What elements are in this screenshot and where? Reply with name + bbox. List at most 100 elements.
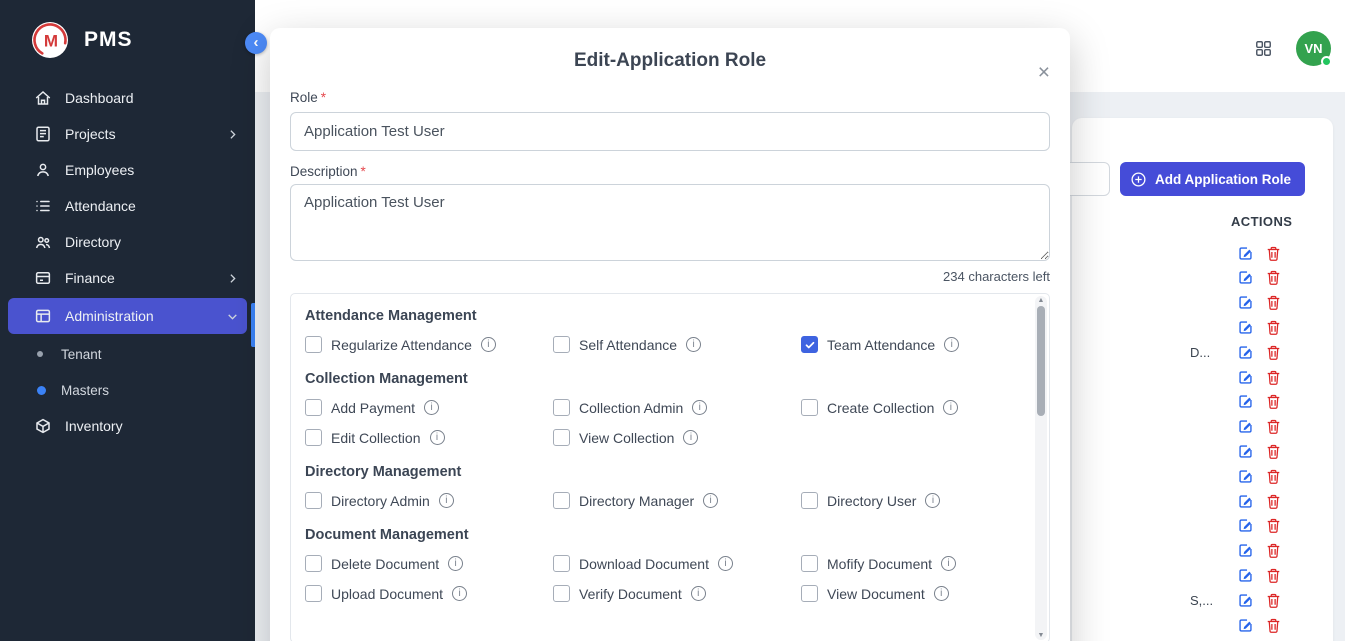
collapse-sidebar-button[interactable]: [245, 32, 267, 54]
edit-button[interactable]: [1237, 567, 1254, 584]
sidebar-item-directory[interactable]: Directory: [0, 224, 255, 260]
info-icon[interactable]: i: [448, 556, 463, 571]
finance-icon: [34, 269, 52, 287]
delete-button[interactable]: [1265, 319, 1282, 336]
info-icon[interactable]: i: [430, 430, 445, 445]
permission-item-directory-manager: Directory Manageri: [553, 492, 801, 509]
delete-button[interactable]: [1265, 567, 1282, 584]
sidebar-item-administration[interactable]: Administration: [8, 298, 247, 334]
checkbox-directory-admin[interactable]: [305, 492, 322, 509]
info-icon[interactable]: i: [934, 586, 949, 601]
info-icon[interactable]: i: [941, 556, 956, 571]
info-icon[interactable]: i: [692, 400, 707, 415]
scroll-down-icon[interactable]: [1035, 632, 1047, 639]
checkbox-verify-document[interactable]: [553, 585, 570, 602]
checkbox-edit-collection[interactable]: [305, 429, 322, 446]
checkbox-regularize-attendance[interactable]: [305, 336, 322, 353]
delete-button[interactable]: [1265, 617, 1282, 634]
edit-button[interactable]: [1237, 443, 1254, 460]
sidebar-item-finance[interactable]: Finance: [0, 260, 255, 296]
delete-button[interactable]: [1265, 294, 1282, 311]
delete-button[interactable]: [1265, 542, 1282, 559]
checkbox-create-collection[interactable]: [801, 399, 818, 416]
delete-button[interactable]: [1265, 269, 1282, 286]
delete-button[interactable]: [1265, 369, 1282, 386]
sidebar-subitem-masters[interactable]: Masters: [0, 372, 255, 408]
table-row: [1190, 466, 1320, 486]
delete-button[interactable]: [1265, 468, 1282, 485]
edit-button[interactable]: [1237, 369, 1254, 386]
scrollbar-thumb[interactable]: [1037, 306, 1045, 416]
checkbox-team-attendance[interactable]: [801, 336, 818, 353]
sidebar-subitem-tenant[interactable]: Tenant: [0, 336, 255, 372]
svg-text:M: M: [44, 32, 58, 51]
avatar[interactable]: VN: [1296, 31, 1331, 66]
permission-item-verify-document: Verify Documenti: [553, 585, 801, 602]
info-icon[interactable]: i: [943, 400, 958, 415]
checkbox-upload-document[interactable]: [305, 585, 322, 602]
apps-grid-icon[interactable]: [1254, 39, 1273, 58]
edit-button[interactable]: [1237, 542, 1254, 559]
edit-button[interactable]: [1237, 517, 1254, 534]
delete-button[interactable]: [1265, 517, 1282, 534]
sidebar-item-projects[interactable]: Projects: [0, 116, 255, 152]
edit-button[interactable]: [1237, 245, 1254, 262]
sidebar-item-employees[interactable]: Employees: [0, 152, 255, 188]
home-icon: [34, 89, 52, 107]
checkbox-view-document[interactable]: [801, 585, 818, 602]
sidebar-item-inventory[interactable]: Inventory: [0, 408, 255, 444]
delete-button[interactable]: [1265, 493, 1282, 510]
edit-button[interactable]: [1237, 294, 1254, 311]
close-icon[interactable]: ×: [1038, 62, 1050, 83]
sidebar-item-dashboard[interactable]: Dashboard: [0, 80, 255, 116]
description-textarea[interactable]: Application Test User: [290, 184, 1050, 261]
edit-button[interactable]: [1237, 468, 1254, 485]
info-icon[interactable]: i: [481, 337, 496, 352]
sidebar-item-label: Inventory: [65, 418, 123, 434]
edit-button[interactable]: [1237, 319, 1254, 336]
edit-button[interactable]: [1237, 393, 1254, 410]
delete-button[interactable]: [1265, 592, 1282, 609]
info-icon[interactable]: i: [691, 586, 706, 601]
info-icon[interactable]: i: [703, 493, 718, 508]
modal-title: Edit-Application Role: [290, 50, 1050, 72]
info-icon[interactable]: i: [686, 337, 701, 352]
sidebar-item-label: Directory: [65, 234, 121, 250]
sidebar-subitem-label: Masters: [61, 383, 109, 398]
info-icon[interactable]: i: [718, 556, 733, 571]
checkbox-collection-admin[interactable]: [553, 399, 570, 416]
checkbox-delete-document[interactable]: [305, 555, 322, 572]
info-icon[interactable]: i: [452, 586, 467, 601]
add-application-role-button[interactable]: Add Application Role: [1120, 162, 1305, 196]
delete-button[interactable]: [1265, 245, 1282, 262]
scrollbar[interactable]: [1035, 296, 1047, 640]
info-icon[interactable]: i: [683, 430, 698, 445]
scroll-up-icon[interactable]: [1035, 297, 1047, 304]
checkbox-directory-manager[interactable]: [553, 492, 570, 509]
checkbox-self-attendance[interactable]: [553, 336, 570, 353]
checkbox-add-payment[interactable]: [305, 399, 322, 416]
delete-button[interactable]: [1265, 443, 1282, 460]
checkbox-mofify-document[interactable]: [801, 555, 818, 572]
edit-button[interactable]: [1237, 269, 1254, 286]
info-icon[interactable]: i: [944, 337, 959, 352]
checkbox-view-collection[interactable]: [553, 429, 570, 446]
permission-label: Upload Document: [331, 586, 443, 602]
edit-button[interactable]: [1237, 592, 1254, 609]
edit-button[interactable]: [1237, 344, 1254, 361]
role-input[interactable]: [290, 112, 1050, 151]
delete-button[interactable]: [1265, 418, 1282, 435]
edit-button[interactable]: [1237, 493, 1254, 510]
permission-item-team-attendance: Team Attendancei: [801, 336, 1009, 353]
delete-button[interactable]: [1265, 344, 1282, 361]
sidebar-item-label: Administration: [65, 308, 154, 324]
edit-button[interactable]: [1237, 617, 1254, 634]
info-icon[interactable]: i: [925, 493, 940, 508]
info-icon[interactable]: i: [424, 400, 439, 415]
info-icon[interactable]: i: [439, 493, 454, 508]
checkbox-download-document[interactable]: [553, 555, 570, 572]
sidebar-item-attendance[interactable]: Attendance: [0, 188, 255, 224]
edit-button[interactable]: [1237, 418, 1254, 435]
delete-button[interactable]: [1265, 393, 1282, 410]
checkbox-directory-user[interactable]: [801, 492, 818, 509]
